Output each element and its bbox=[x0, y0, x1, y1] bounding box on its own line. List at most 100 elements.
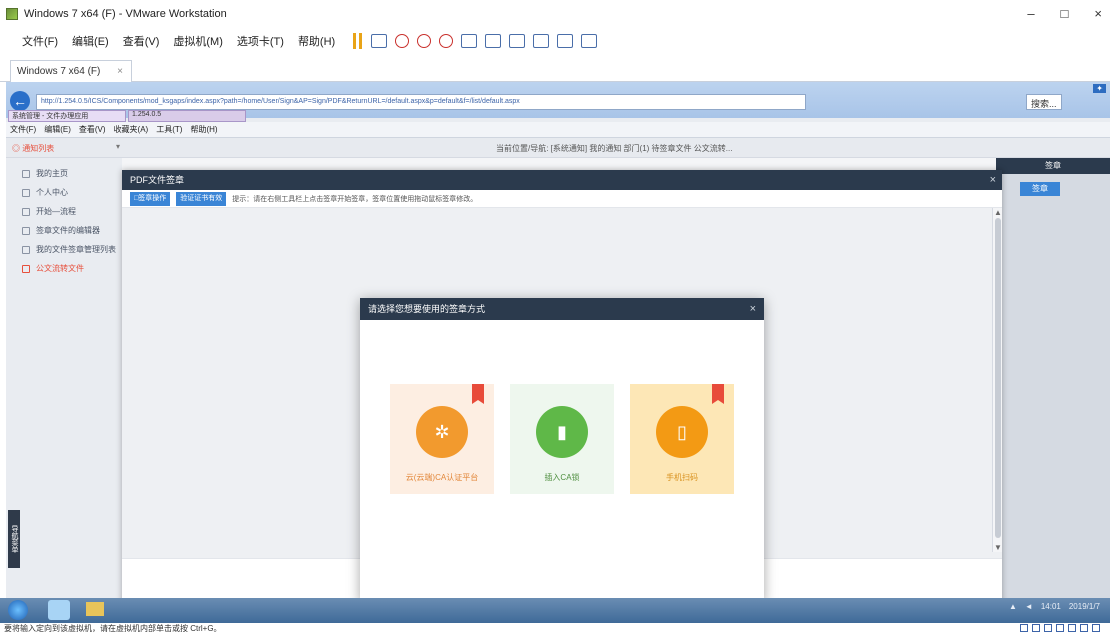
windows-taskbar: ▲ ◄ 14:01 2019/1/7 bbox=[0, 598, 1110, 623]
browser-menu-edit[interactable]: 编辑(E) bbox=[44, 124, 71, 135]
menu-vm[interactable]: 虚拟机(M) bbox=[171, 33, 225, 49]
sidebar-item-label: 我的文件签章管理列表 bbox=[36, 245, 116, 254]
pdf-dialog-title-bar: PDF文件签章 × bbox=[122, 170, 1002, 190]
sign-option-label: 手机扫码 bbox=[666, 473, 698, 482]
cd-drive-icon[interactable] bbox=[1032, 624, 1040, 632]
sidebar-item-profile[interactable]: 个人中心 bbox=[6, 183, 122, 202]
menu-edit[interactable]: 编辑(E) bbox=[70, 33, 111, 49]
scroll-thumb[interactable] bbox=[995, 218, 1001, 538]
show-library-icon[interactable] bbox=[461, 34, 478, 48]
browser-tab-active[interactable]: 系统管理 - 文件办理应用 bbox=[8, 110, 126, 122]
list-icon bbox=[22, 245, 30, 254]
sound-icon[interactable] bbox=[1068, 624, 1076, 632]
sidebar-item-workflow[interactable]: 开始—流程 bbox=[6, 202, 122, 221]
guest-screen[interactable]: ← http://1.254.0.5/ICS/Components/mod_ks… bbox=[6, 82, 1110, 630]
usb-icon[interactable] bbox=[1056, 624, 1064, 632]
network-icon[interactable]: ▲ bbox=[1009, 602, 1017, 611]
pdf-scrollbar[interactable]: ▲ ▼ bbox=[992, 208, 1002, 552]
sidebar-item-label: 个人中心 bbox=[36, 188, 68, 197]
menu-tabs[interactable]: 选项卡(T) bbox=[235, 33, 286, 49]
system-tray: ▲ ◄ 14:01 2019/1/7 bbox=[1009, 602, 1100, 611]
browser-menu-file[interactable]: 文件(F) bbox=[10, 124, 36, 135]
sign-button[interactable]: 签章 bbox=[1020, 182, 1060, 196]
sign-option-mobile-scan[interactable]: ▯ 手机扫码 bbox=[630, 384, 734, 494]
user-icon bbox=[22, 188, 30, 197]
hard-disk-icon[interactable] bbox=[1020, 624, 1028, 632]
send-ctrl-alt-del-icon[interactable] bbox=[371, 34, 388, 48]
pause-icon[interactable] bbox=[353, 33, 363, 49]
browser-menu-help[interactable]: 帮助(H) bbox=[190, 124, 217, 135]
thumbnail-icon[interactable] bbox=[485, 34, 502, 48]
vm-tab-label: Windows 7 x64 (F) bbox=[17, 66, 101, 77]
folder-taskbar-icon[interactable] bbox=[86, 602, 104, 616]
revert-snapshot-icon[interactable] bbox=[417, 34, 432, 48]
menu-help[interactable]: 帮助(H) bbox=[296, 33, 337, 49]
sidebar-item-home[interactable]: 我的主页 bbox=[6, 164, 122, 183]
sign-method-modal: 请选择您想要使用的签章方式 × ✲ 云(云端)CA认证平台 ▮ 插入CA锁 ▯ … bbox=[360, 298, 764, 602]
vmware-logo-icon bbox=[6, 8, 18, 20]
snapshot-manager-icon[interactable] bbox=[439, 34, 454, 48]
sidebar-item-editor[interactable]: 签章文件的编辑器 bbox=[6, 221, 122, 240]
unity-icon[interactable] bbox=[533, 34, 550, 48]
sidebar-item-sign-list[interactable]: 我的文件签章管理列表 bbox=[6, 240, 122, 259]
search-input[interactable]: 搜索... bbox=[1026, 94, 1062, 110]
recommended-flag-icon bbox=[472, 384, 484, 404]
workflow-icon bbox=[22, 207, 30, 216]
sign-modal-title-bar: 请选择您想要使用的签章方式 × bbox=[360, 298, 764, 320]
sign-modal-title: 请选择您想要使用的签章方式 bbox=[368, 304, 486, 314]
recommended-flag-icon bbox=[712, 384, 724, 404]
sign-option-label: 云(云端)CA认证平台 bbox=[405, 473, 479, 482]
address-bar[interactable]: http://1.254.0.5/ICS/Components/mod_ksga… bbox=[36, 94, 806, 110]
network-adapter-icon[interactable] bbox=[1044, 624, 1052, 632]
start-button-icon[interactable] bbox=[8, 600, 28, 620]
browser-menu-view[interactable]: 查看(V) bbox=[79, 124, 106, 135]
scroll-up-icon[interactable]: ▲ bbox=[994, 208, 1002, 217]
back-arrow-icon[interactable]: ← bbox=[10, 91, 30, 111]
vmware-tab-bar: Windows 7 x64 (F) × bbox=[0, 56, 1110, 82]
mobile-phone-icon: ▯ bbox=[656, 406, 708, 458]
volume-icon[interactable]: ◄ bbox=[1025, 602, 1033, 611]
minimize-icon[interactable]: – bbox=[1027, 6, 1034, 21]
sidebar-item-label: 签章文件的编辑器 bbox=[36, 226, 100, 235]
printer-icon[interactable] bbox=[1080, 624, 1088, 632]
console-view-icon[interactable] bbox=[557, 34, 574, 48]
vm-tab[interactable]: Windows 7 x64 (F) × bbox=[10, 60, 132, 82]
browser-menu-bar: 文件(F) 编辑(E) 查看(V) 收藏夹(A) 工具(T) 帮助(H) bbox=[6, 122, 1110, 138]
verify-certificate-button[interactable]: 验证证书有效 bbox=[176, 191, 227, 206]
stretch-guest-icon[interactable] bbox=[581, 34, 598, 48]
browser-menu-tools[interactable]: 工具(T) bbox=[156, 124, 182, 135]
maximize-icon[interactable]: □ bbox=[1061, 6, 1069, 21]
vmware-title-bar: Windows 7 x64 (F) - VMware Workstation –… bbox=[0, 0, 1110, 28]
sign-option-cloud-ca[interactable]: ✲ 云(云端)CA认证平台 bbox=[390, 384, 494, 494]
sign-operation-button[interactable]: □签章操作 bbox=[130, 191, 171, 206]
tab-close-icon[interactable]: × bbox=[117, 66, 123, 77]
app-sidebar: 我的主页 个人中心 开始—流程 签章文件的编辑器 我的文件签章管理列表 公文流转… bbox=[6, 158, 122, 630]
vmware-window-title: Windows 7 x64 (F) - VMware Workstation bbox=[24, 8, 227, 20]
display-icon[interactable] bbox=[1092, 624, 1100, 632]
chevron-down-icon[interactable]: ▾ bbox=[116, 142, 120, 151]
scroll-down-icon[interactable]: ▼ bbox=[994, 543, 1002, 552]
clock-date[interactable]: 2019/1/7 bbox=[1069, 602, 1100, 611]
close-icon[interactable]: × bbox=[1094, 6, 1102, 21]
snapshot-icon[interactable] bbox=[395, 34, 410, 48]
nav-title[interactable]: ◎ 通知列表 bbox=[12, 143, 54, 154]
browser-tabs: 系统管理 - 文件办理应用 1.254.0.5 bbox=[6, 110, 1110, 122]
sidebar-item-label: 开始—流程 bbox=[36, 207, 76, 216]
clock-time[interactable]: 14:01 bbox=[1041, 602, 1061, 611]
vmware-status-bar: 要将输入定向到该虚拟机，请在虚拟机内部单击或按 Ctrl+G。 bbox=[0, 623, 1110, 635]
sign-option-usb-key[interactable]: ▮ 插入CA锁 bbox=[510, 384, 614, 494]
browser-tab[interactable]: 1.254.0.5 bbox=[128, 110, 246, 122]
vmware-menu-bar: 文件(F) 编辑(E) 查看(V) 虚拟机(M) 选项卡(T) 帮助(H) bbox=[0, 28, 1110, 54]
close-icon[interactable]: × bbox=[750, 298, 756, 320]
app-top-bar: ◎ 通知列表 ▾ 当前位置/导航: [系统通知] 我的通知 部门(1) 待签章文… bbox=[6, 138, 1110, 158]
menu-view[interactable]: 查看(V) bbox=[121, 33, 162, 49]
ie-taskbar-icon[interactable] bbox=[48, 600, 70, 620]
sidebar-item-label: 公文流转文件 bbox=[36, 264, 84, 273]
browser-menu-favorites[interactable]: 收藏夹(A) bbox=[114, 124, 149, 135]
pdf-toolbar: □签章操作 验证证书有效 提示：请在右侧工具栏上点击签章开始签章，签章位置使用拖… bbox=[122, 190, 1002, 208]
menu-file[interactable]: 文件(F) bbox=[20, 33, 60, 49]
close-icon[interactable]: × bbox=[990, 170, 996, 190]
sidebar-item-documents[interactable]: 公文流转文件 bbox=[6, 259, 122, 278]
full-screen-icon[interactable] bbox=[509, 34, 526, 48]
sidebar-vertical-tab[interactable]: 导航菜单 bbox=[8, 510, 20, 568]
